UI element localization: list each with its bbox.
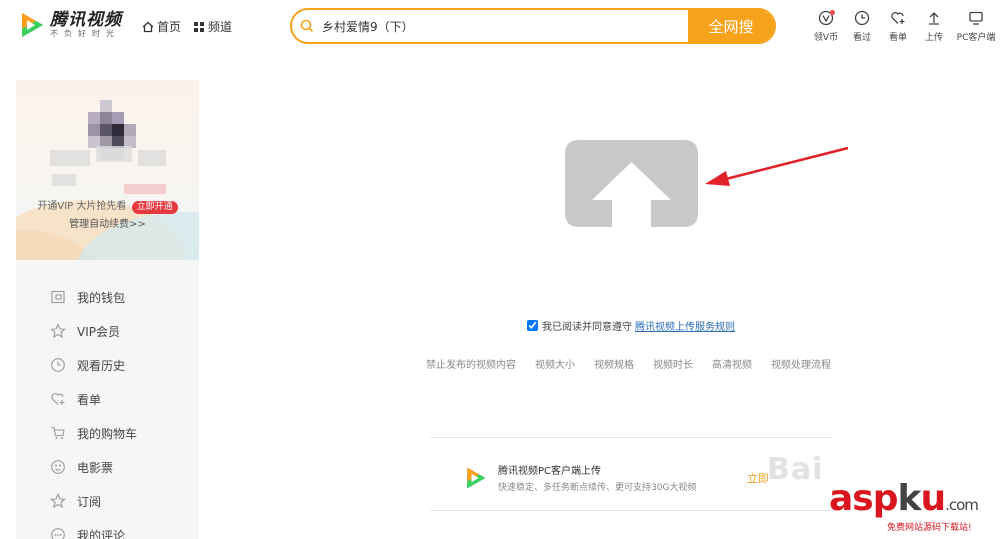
tool-pc-client[interactable]: PC客户端 bbox=[952, 10, 1000, 43]
sidebar-item-history[interactable]: 观看历史 bbox=[16, 348, 199, 382]
upload-rules-link[interactable]: 腾讯视频上传服务规则 bbox=[635, 318, 735, 333]
tencent-video-logo-icon bbox=[22, 13, 43, 37]
masked-username bbox=[124, 184, 166, 194]
header-tools: 领V币 看过 看单 上传 PC客户端 bbox=[808, 10, 1000, 43]
logo[interactable]: 腾讯视频 不负好时光 bbox=[16, 10, 122, 40]
sidebar-item-cart[interactable]: 我的购物车 bbox=[16, 416, 199, 450]
sidebar-item-subscribe[interactable]: 订阅 bbox=[16, 484, 199, 518]
pc-client-promo: 腾讯视频PC客户端上传 快速稳定、多任务断点续传、更可支持30G大视频 bbox=[462, 462, 696, 493]
annotation-arrow-icon bbox=[705, 146, 849, 186]
upload-icon bbox=[929, 12, 939, 25]
aspku-part: .com bbox=[945, 496, 979, 514]
vip-star-icon bbox=[50, 323, 66, 339]
sidebar-item-comments[interactable]: 我的评论 bbox=[16, 518, 199, 539]
sidebar-item-watchlist[interactable]: 看单 bbox=[16, 382, 199, 416]
masked-username bbox=[52, 174, 76, 186]
history-icon bbox=[51, 358, 65, 372]
logo-title: 腾讯视频 bbox=[50, 10, 122, 30]
nav-home[interactable]: 首页 bbox=[142, 18, 181, 35]
aspku-logo-text: aspku.com bbox=[829, 478, 979, 524]
search-icon[interactable] bbox=[292, 10, 322, 42]
help-link[interactable]: 禁止发布的视频内容 bbox=[426, 356, 516, 371]
profile-card: 开通VIP 大片抢先看 立即开通 管理自动续费>> bbox=[16, 80, 199, 260]
agree-text: 我已阅读并同意遵守 bbox=[542, 322, 632, 333]
search-bar: 全网搜 bbox=[290, 8, 776, 44]
sidebar-item-label: 订阅 bbox=[77, 494, 102, 509]
search-input[interactable] bbox=[322, 10, 688, 42]
sidebar-item-tickets[interactable]: 电影票 bbox=[16, 450, 199, 484]
star-icon bbox=[50, 493, 66, 509]
heart-plus-icon bbox=[891, 11, 905, 24]
sidebar-item-label: 看单 bbox=[77, 392, 102, 407]
aspku-slogan: 免费网站源码下载站! bbox=[887, 523, 972, 533]
upload-help-links: 禁止发布的视频内容 视频大小 视频规格 视频时长 高清视频 视频处理流程 bbox=[426, 356, 831, 371]
tool-watchlist-label: 看单 bbox=[888, 33, 907, 43]
sidebar-item-label: 我的钱包 bbox=[77, 290, 126, 305]
heart-plus-icon bbox=[51, 393, 65, 405]
help-link[interactable]: 视频时长 bbox=[653, 356, 693, 371]
sidebar-item-label: 观看历史 bbox=[77, 358, 126, 373]
aspku-part: u bbox=[920, 478, 946, 519]
divider bbox=[430, 437, 833, 438]
agreement-row: 我已阅读并同意遵守 腾讯视频上传服务规则 bbox=[527, 318, 735, 333]
tool-upload-label: 上传 bbox=[924, 33, 943, 43]
grid-icon bbox=[194, 21, 205, 32]
help-link[interactable]: 视频规格 bbox=[594, 356, 634, 371]
baidu-watermark: Bai bbox=[767, 452, 824, 487]
upload-cloud-icon[interactable] bbox=[565, 140, 698, 227]
tool-history-label: 看过 bbox=[852, 33, 871, 43]
masked-username bbox=[138, 150, 166, 166]
sidebar-item-label: VIP会员 bbox=[77, 324, 120, 339]
nav-home-label: 首页 bbox=[157, 20, 182, 34]
client-title: 腾讯视频PC客户端上传 bbox=[498, 466, 602, 477]
nav-channel-label: 频道 bbox=[208, 20, 233, 34]
help-link[interactable]: 视频处理流程 bbox=[771, 356, 831, 371]
agree-checkbox[interactable] bbox=[527, 320, 538, 331]
sidebar: 开通VIP 大片抢先看 立即开通 管理自动续费>> 我的钱包 VIP会员 观看历… bbox=[16, 80, 199, 539]
monitor-icon bbox=[969, 11, 983, 25]
ticket-icon bbox=[51, 460, 65, 474]
sidebar-item-label: 我的购物车 bbox=[77, 426, 138, 441]
vip-open-button[interactable]: 立即开通 bbox=[131, 201, 178, 214]
wallet-icon bbox=[51, 290, 65, 304]
logo-slogan: 不负好时光 bbox=[50, 29, 120, 38]
search-button[interactable]: 全网搜 bbox=[688, 10, 774, 42]
tencent-video-logo-icon bbox=[467, 467, 486, 488]
tool-upload[interactable]: 上传 bbox=[916, 10, 952, 43]
top-header: 腾讯视频 不负好时光 首页 频道 全网搜 领V币 看过 bbox=[0, 0, 1000, 52]
renew-link[interactable]: 管理自动续费>> bbox=[16, 215, 199, 230]
cart-icon bbox=[51, 426, 65, 439]
comment-icon bbox=[51, 528, 65, 539]
aspku-part: k bbox=[897, 478, 922, 519]
tool-v-coin-label: 领V币 bbox=[813, 33, 839, 43]
home-icon bbox=[142, 21, 154, 32]
notification-dot bbox=[830, 10, 835, 15]
top-nav: 首页 频道 bbox=[142, 18, 232, 35]
aspku-part: asp bbox=[829, 478, 898, 519]
sidebar-item-label: 我的评论 bbox=[77, 528, 126, 539]
nav-channel[interactable]: 频道 bbox=[193, 18, 232, 35]
vip-promo: 开通VIP 大片抢先看 立即开通 bbox=[16, 197, 199, 214]
vip-promo-text: 开通VIP 大片抢先看 bbox=[37, 201, 127, 212]
tool-pc-client-label: PC客户端 bbox=[956, 33, 996, 43]
help-link[interactable]: 视频大小 bbox=[535, 356, 575, 371]
tool-v-coin[interactable]: 领V币 bbox=[808, 10, 844, 43]
client-download-button[interactable]: 立即 bbox=[747, 470, 769, 486]
sidebar-menu: 我的钱包 VIP会员 观看历史 看单 我的购物车 电影票 订阅 我的评论 bbox=[16, 280, 199, 539]
sidebar-item-wallet[interactable]: 我的钱包 bbox=[16, 280, 199, 314]
divider bbox=[430, 510, 833, 511]
tool-watchlist[interactable]: 看单 bbox=[880, 10, 916, 43]
sidebar-item-vip[interactable]: VIP会员 bbox=[16, 314, 199, 348]
masked-username bbox=[96, 146, 132, 162]
help-link[interactable]: 高清视频 bbox=[712, 356, 752, 371]
clock-icon bbox=[854, 10, 870, 26]
aspku-watermark: aspku.com 免费网站源码下载站! bbox=[829, 478, 979, 534]
sidebar-item-label: 电影票 bbox=[77, 460, 114, 475]
masked-username bbox=[50, 150, 90, 166]
client-desc: 快速稳定、多任务断点续传、更可支持30G大视频 bbox=[498, 483, 697, 493]
tool-history[interactable]: 看过 bbox=[844, 10, 880, 43]
